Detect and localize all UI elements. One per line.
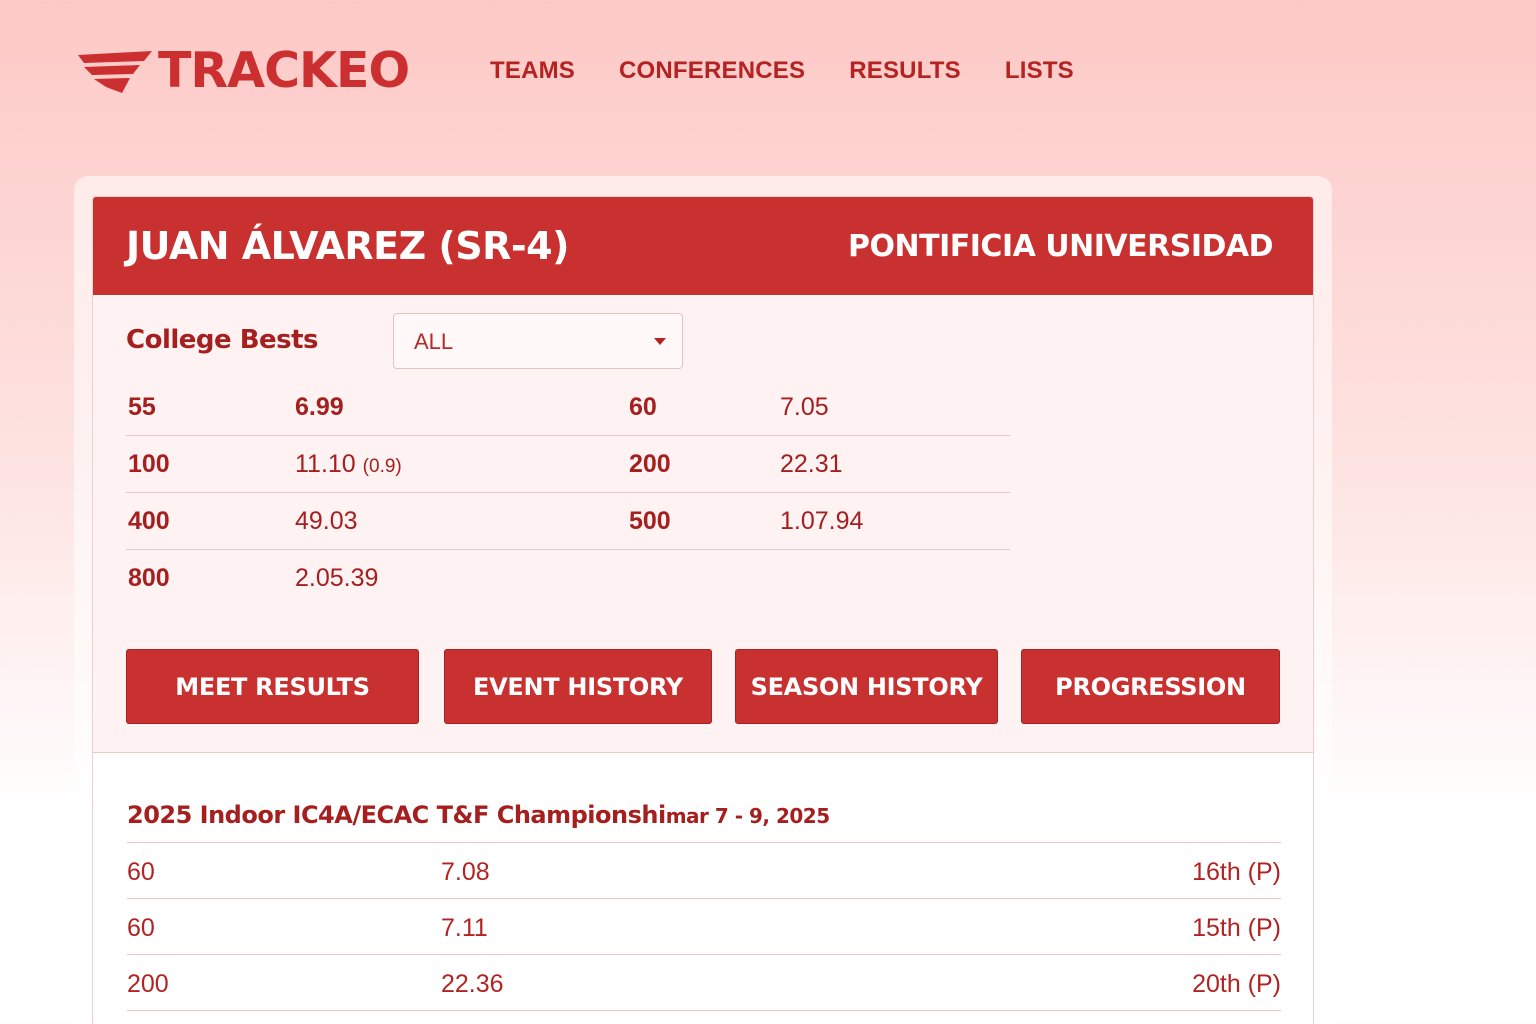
best-event: 200 — [629, 450, 671, 478]
wind-reading: (0.9) — [362, 456, 402, 477]
table-row[interactable]: 200 22.36 20th (P) — [127, 955, 1281, 1011]
best-mark[interactable]: 6.99 — [295, 393, 344, 422]
result-place: 20th (P) — [1192, 970, 1281, 998]
season-history-button[interactable]: SEASON HISTORY — [735, 649, 998, 724]
meet-title: 2025 Indoor IC4A/ECAC T&F Championshi — [127, 801, 666, 829]
best-mark[interactable]: 22.31 — [780, 450, 843, 479]
best-mark[interactable]: 7.05 — [780, 393, 829, 422]
nav-results[interactable]: RESULTS — [849, 56, 961, 86]
best-event: 60 — [629, 393, 657, 421]
main-nav: TEAMS CONFERENCES RESULTS LISTS — [490, 56, 1074, 86]
table-row[interactable]: 60 7.11 15th (P) — [127, 899, 1281, 955]
best-mark[interactable]: 2.05.39 — [295, 564, 378, 593]
best-mark[interactable]: 49.03 — [295, 507, 358, 536]
trackeo-logo[interactable]: TRACKEO — [78, 42, 410, 99]
best-mark-with-wind[interactable]: 11.10 (0.9) — [295, 450, 402, 479]
table-row[interactable]: 60 7.08 16th (P) — [127, 843, 1281, 899]
athlete-card: JUAN ÁLVAREZ (SR-4) PONTIFICIA UNIVERSID… — [92, 196, 1314, 1024]
season-filter-value: ALL — [414, 329, 454, 354]
meet-heading[interactable]: 2025 Indoor IC4A/ECAC T&F Championshimar… — [127, 801, 830, 829]
meet-results-section: 2025 Indoor IC4A/ECAC T&F Championshimar… — [93, 753, 1313, 1024]
result-event: 60 — [127, 914, 155, 942]
result-event: 200 — [127, 970, 169, 998]
bests-row: 55 6.99 60 7.05 — [126, 379, 1010, 436]
bests-row: 800 2.05.39 — [126, 550, 1010, 607]
college-bests-table: 55 6.99 60 7.05 100 11.10 (0.9) 200 22.3… — [126, 379, 1010, 607]
best-event: 500 — [629, 507, 671, 535]
result-mark: 22.36 — [441, 970, 504, 998]
result-place: 15th (P) — [1192, 914, 1281, 942]
result-mark: 7.08 — [441, 858, 490, 886]
best-event: 800 — [128, 564, 170, 592]
athlete-header: JUAN ÁLVAREZ (SR-4) PONTIFICIA UNIVERSID… — [93, 197, 1313, 295]
result-event: 60 — [127, 858, 155, 886]
site-header: TRACKEO TEAMS CONFERENCES RESULTS LISTS — [0, 0, 1536, 140]
meet-results-table: 60 7.08 16th (P) 60 7.11 15th (P) 200 22… — [127, 842, 1281, 1011]
athlete-name: JUAN ÁLVAREZ (SR-4) — [126, 224, 569, 268]
progression-button[interactable]: PROGRESSION — [1021, 649, 1280, 724]
meet-results-button[interactable]: MEET RESULTS — [126, 649, 419, 724]
best-event: 400 — [128, 507, 170, 535]
brand-name: TRACKEO — [158, 42, 410, 99]
result-place: 16th (P) — [1192, 858, 1281, 886]
meet-date: mar 7 - 9, 2025 — [665, 804, 830, 828]
best-mark[interactable]: 1.07.94 — [780, 507, 863, 536]
nav-conferences[interactable]: CONFERENCES — [619, 56, 805, 86]
season-filter-select[interactable]: ALL — [393, 313, 683, 369]
best-mark: 11.10 — [295, 450, 356, 478]
college-bests-title: College Bests — [126, 325, 319, 355]
caret-down-icon — [654, 338, 666, 345]
wing-logo-icon — [78, 51, 152, 93]
bests-row: 400 49.03 500 1.07.94 — [126, 493, 1010, 550]
best-event: 100 — [128, 450, 170, 478]
bests-row: 100 11.10 (0.9) 200 22.31 — [126, 436, 1010, 493]
nav-lists[interactable]: LISTS — [1005, 56, 1074, 86]
school-name[interactable]: PONTIFICIA UNIVERSIDAD — [848, 229, 1273, 264]
college-bests-header: College Bests ALL — [126, 313, 686, 371]
result-mark: 7.11 — [441, 914, 488, 942]
history-tabs: MEET RESULTS EVENT HISTORY SEASON HISTOR… — [126, 649, 1282, 725]
nav-teams[interactable]: TEAMS — [490, 56, 575, 86]
event-history-button[interactable]: EVENT HISTORY — [444, 649, 712, 724]
best-event: 55 — [128, 393, 156, 421]
